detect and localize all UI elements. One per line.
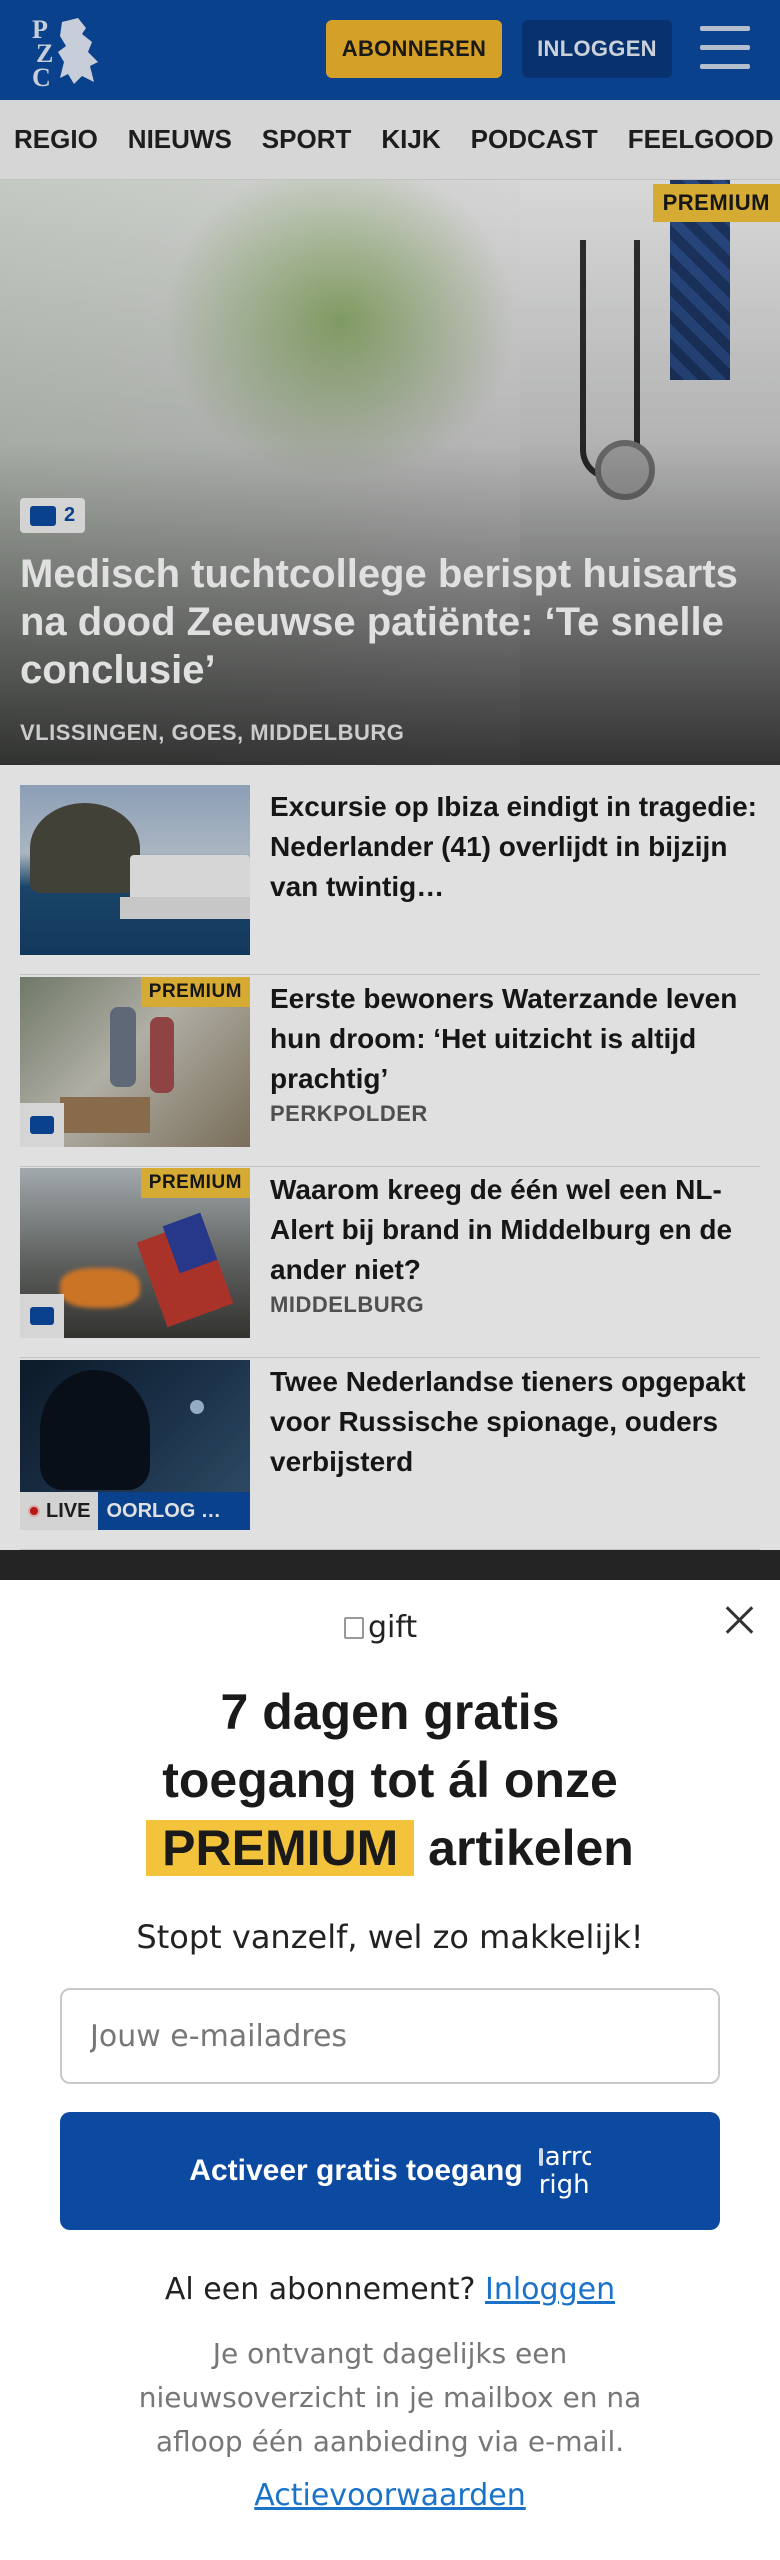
modal-headline: 7 dagen gratis toegang tot ál onze PREMI… <box>0 1678 780 1882</box>
email-field[interactable] <box>60 1988 720 2084</box>
login-link[interactable]: Inloggen <box>485 2272 615 2307</box>
info-text: Je ontvangt dagelijks een nieuwsoverzich… <box>138 2337 642 2458</box>
close-icon[interactable] <box>722 1602 758 1638</box>
login-prompt-text: Al een abonnement? <box>164 2272 476 2307</box>
activate-trial-button[interactable]: Activeer gratis toegang arro righ <box>60 2112 720 2230</box>
gift-icon: gift <box>344 1610 417 1645</box>
terms-link[interactable]: Actievoorwaarden <box>0 2478 780 2513</box>
gift-alt-text: gift <box>368 1610 418 1645</box>
headline-line-2: toegang tot ál onze <box>162 1752 618 1808</box>
modal-subtitle: Stopt vanzelf, wel zo makkelijk! <box>136 1918 644 1956</box>
premium-highlight: PREMIUM <box>146 1820 415 1876</box>
broken-image-icon <box>344 1616 364 1639</box>
headline-line-3: PREMIUM artikelen <box>0 1814 780 1882</box>
headline-line-1: 7 dagen gratis <box>220 1684 560 1740</box>
cta-label: Activeer gratis toegang <box>189 2154 523 2187</box>
headline-line-3-rest: artikelen <box>428 1820 634 1876</box>
premium-trial-modal: gift 7 dagen gratis toegang tot ál onze … <box>0 1580 780 2560</box>
arrow-right-icon: arro righ <box>538 2143 591 2199</box>
login-prompt: Al een abonnement? Inloggen <box>0 2272 780 2307</box>
page-overlay[interactable] <box>0 0 780 1580</box>
